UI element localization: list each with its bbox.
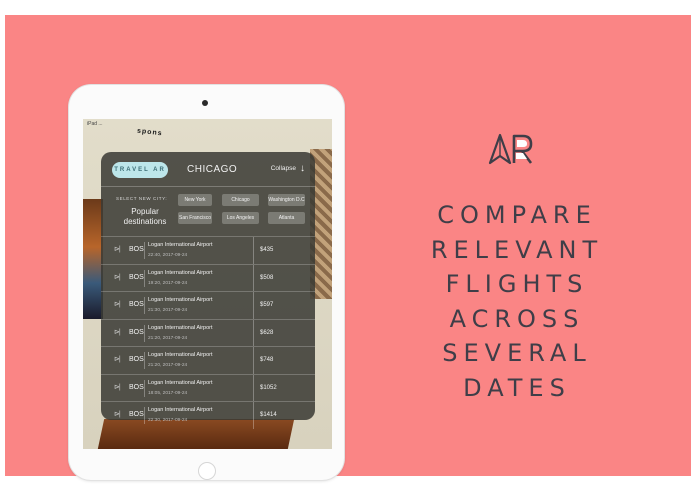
flight-price: $508 [260, 274, 274, 281]
home-button[interactable] [198, 462, 216, 480]
plane-icon: ⊳| [114, 328, 121, 336]
plane-icon: ⊳| [114, 273, 121, 281]
flight-row[interactable]: ⊳| BOS Logan International Airport 18:05… [101, 373, 315, 401]
plane-icon: ⊳| [114, 356, 121, 363]
tagline-line: COMPARE [437, 201, 597, 229]
plane-icon: ⊳| [114, 383, 121, 391]
tagline: COMPARE RELEVANT FLIGHTS ACROSS SEVERAL … [412, 198, 622, 405]
flight-price: $628 [260, 329, 274, 336]
flight-code: BOS [129, 301, 144, 308]
popular-destinations-label: Popular destinations [123, 207, 167, 226]
flight-list: ⊳| BOS Logan International Airport 22:40… [101, 236, 315, 429]
destination-los-angeles[interactable]: Los Angeles [222, 212, 259, 224]
camera-icon [202, 100, 208, 106]
flight-time: 21:20, 2017-09-24 [148, 363, 188, 368]
row-divider [144, 324, 145, 342]
device-screen: iPad ... spons TRAVEL AR CHICAGO Collaps… [83, 119, 332, 449]
flight-airport: Logan International Airport [148, 297, 213, 303]
flight-airport: Logan International Airport [148, 379, 213, 386]
price-divider [253, 402, 254, 429]
flight-airport: Logan International Airport [148, 324, 213, 331]
row-divider [144, 352, 145, 369]
flight-time: 22:30, 2017-09-24 [148, 418, 188, 423]
flight-row[interactable]: ⊳| BOS Logan International Airport 22:40… [101, 236, 315, 264]
row-divider [144, 269, 145, 287]
current-city: CHICAGO [187, 164, 238, 175]
price-divider [253, 237, 254, 264]
flight-price: $1052 [260, 384, 277, 391]
flight-price: $597 [260, 302, 274, 308]
destination-san-francisco[interactable]: San Francisco [178, 212, 212, 224]
flight-time: 22:40, 2017-09-24 [148, 253, 188, 258]
flight-price: $1414 [260, 412, 277, 418]
panel-header: TRAVEL AR CHICAGO Collapse ↓ [101, 152, 315, 187]
flight-airport: Logan International Airport [148, 242, 213, 248]
flight-row[interactable]: ⊳| BOS Logan International Airport 22:30… [101, 401, 315, 429]
ar-logo-icon [488, 133, 533, 165]
destination-washington-dc[interactable]: Washington D.C [268, 194, 305, 206]
select-city-label: SELECT NEW CITY: [116, 196, 168, 201]
ipad-device: iPad ... spons TRAVEL AR CHICAGO Collaps… [69, 85, 344, 480]
tagline-line: RELEVANT [430, 235, 604, 264]
flight-row[interactable]: ⊳| BOS Logan International Airport 21:20… [101, 346, 315, 374]
flight-price: $748 [260, 357, 274, 363]
row-divider [144, 407, 145, 424]
flight-airport: Logan International Airport [148, 407, 213, 413]
travel-panel: TRAVEL AR CHICAGO Collapse ↓ SELECT NEW … [101, 152, 315, 429]
flight-code: BOS [129, 356, 144, 363]
collapse-button[interactable]: Collapse ↓ [270, 162, 305, 174]
flight-row[interactable]: ⊳| BOS Logan International Airport 19:20… [101, 263, 315, 291]
flight-code: BOS [129, 328, 144, 336]
flight-row[interactable]: ⊳| BOS Logan International Airport 21:20… [101, 318, 315, 346]
flight-time: 21:20, 2017-09-24 [148, 335, 188, 341]
price-divider [253, 264, 254, 291]
destination-chicago[interactable]: Chicago [222, 194, 259, 206]
price-divider [253, 374, 254, 401]
travel-ar-logo-button[interactable]: TRAVEL AR [112, 162, 168, 178]
price-divider [253, 292, 254, 319]
flight-row[interactable]: ⊳| BOS Logan International Airport 21:30… [101, 291, 315, 319]
row-divider [144, 297, 145, 314]
tagline-line: DATES [463, 373, 571, 402]
flight-airport: Logan International Airport [148, 352, 213, 358]
flight-code: BOS [129, 411, 144, 418]
flight-time: 19:20, 2017-09-24 [148, 280, 188, 286]
plane-icon: ⊳| [114, 246, 121, 253]
down-arrow-icon: ↓ [300, 162, 305, 174]
status-bar-text: iPad ... [87, 121, 103, 127]
destination-new-york[interactable]: New York [178, 194, 212, 206]
tagline-line: SEVERAL [442, 339, 592, 367]
collapse-label: Collapse [270, 165, 296, 172]
price-divider [253, 347, 254, 374]
wall-painting-left [83, 199, 103, 319]
flight-airport: Logan International Airport [148, 269, 213, 276]
tagline-line: FLIGHTS [445, 270, 589, 298]
tagline-line: ACROSS [449, 304, 585, 333]
row-divider [144, 242, 145, 259]
flight-price: $435 [260, 247, 274, 253]
plane-icon: ⊳| [114, 411, 121, 418]
flight-code: BOS [129, 383, 144, 391]
destination-atlanta[interactable]: Atlanta [268, 212, 305, 224]
flight-time: 21:30, 2017-09-24 [148, 308, 188, 313]
plane-icon: ⊳| [114, 301, 121, 308]
flight-time: 18:05, 2017-09-24 [148, 390, 188, 396]
price-divider [253, 319, 254, 346]
flight-code: BOS [129, 273, 144, 281]
row-divider [144, 379, 145, 397]
flight-code: BOS [129, 246, 144, 253]
